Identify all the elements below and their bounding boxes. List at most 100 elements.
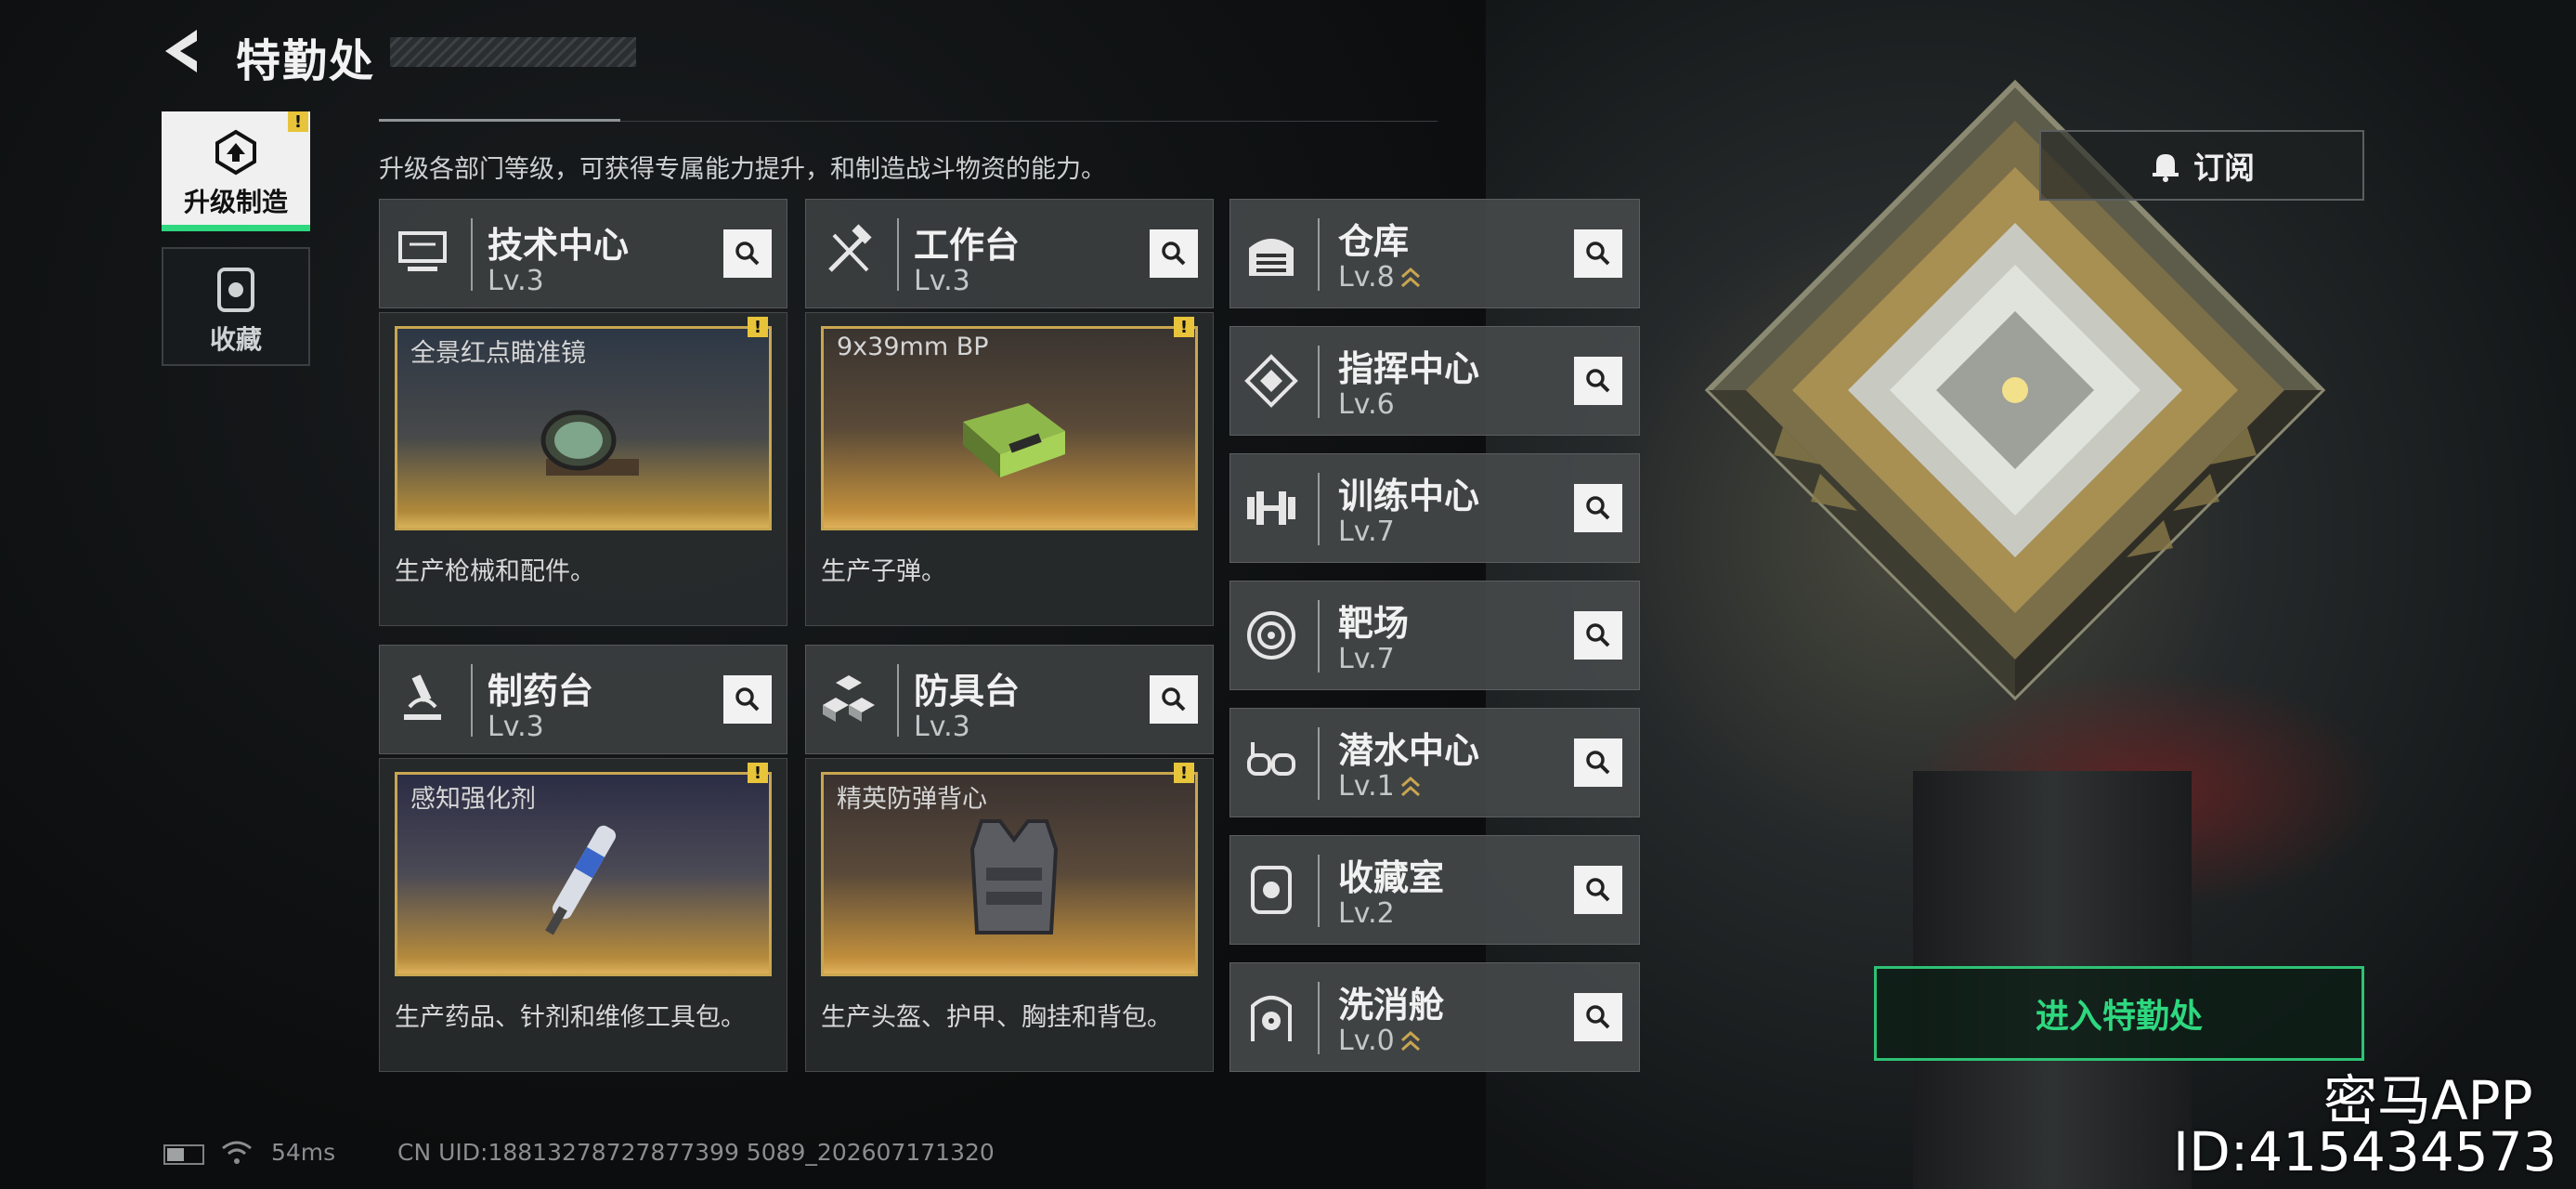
search-icon [1586, 242, 1610, 266]
search-button[interactable] [723, 229, 772, 278]
search-button[interactable] [1574, 611, 1622, 660]
module-description: 生产子弹。 [821, 557, 946, 586]
module-description: 生产头盔、护甲、胸挂和背包。 [821, 1003, 1172, 1032]
ammo-box-image [963, 403, 1065, 477]
separator [897, 664, 899, 737]
product-slot[interactable]: 9x39mm BP [821, 326, 1198, 530]
search-icon [1162, 242, 1186, 266]
facility-command-center[interactable]: 指挥中心 Lv.6 [1229, 326, 1640, 436]
module-name: 技术中心 [488, 225, 630, 266]
search-icon [1586, 1005, 1610, 1029]
module-pharmacy[interactable]: 制药台 Lv.3 [379, 645, 787, 754]
separator [1318, 982, 1320, 1054]
facility-level: Lv.7 [1338, 643, 1395, 675]
tab-collection[interactable]: 收藏 [162, 247, 310, 366]
module-armor-bench-production[interactable]: 精英防弹背心 ! 生产头盔、护甲、胸挂和背包。 [805, 758, 1214, 1072]
search-button[interactable] [1150, 675, 1198, 724]
wifi-icon [222, 1141, 252, 1164]
product-slot[interactable]: 感知强化剂 [395, 772, 772, 976]
cubes-icon [823, 675, 875, 722]
facility-level: Lv.2 [1338, 897, 1395, 930]
search-button[interactable] [723, 675, 772, 724]
warehouse-icon [1249, 239, 1294, 276]
facility-level: Lv.1 [1338, 770, 1421, 803]
subscribe-button[interactable]: 订阅 [2039, 130, 2364, 201]
search-button[interactable] [1574, 993, 1622, 1041]
separator [1318, 346, 1320, 418]
ping-value: 54ms [271, 1139, 336, 1166]
product-alert-badge: ! [1174, 763, 1194, 783]
search-button[interactable] [1574, 484, 1622, 532]
facility-name: 潜水中心 [1338, 730, 1480, 771]
product-slot[interactable]: 精英防弹背心 [821, 772, 1198, 976]
facility-training-center[interactable]: 训练中心 Lv.7 [1229, 453, 1640, 563]
search-button[interactable] [1574, 357, 1622, 405]
module-description: 生产药品、针剂和维修工具包。 [395, 1003, 746, 1032]
battery-icon [163, 1144, 204, 1165]
module-name: 防具台 [914, 671, 1021, 712]
microscope-icon [404, 674, 441, 720]
module-armor-bench[interactable]: 防具台 Lv.3 [805, 645, 1214, 754]
product-name: 精英防弹背心 [837, 785, 987, 814]
product-name: 9x39mm BP [837, 333, 989, 361]
facility-level-text: Lv.1 [1338, 770, 1395, 803]
module-name: 制药台 [488, 671, 594, 712]
module-name: 工作台 [914, 225, 1021, 266]
facility-collection-room[interactable]: 收藏室 Lv.2 [1229, 835, 1640, 945]
facility-warehouse[interactable]: 仓库 Lv.8 [1229, 199, 1640, 308]
search-button[interactable] [1150, 229, 1198, 278]
module-pharmacy-production[interactable]: 感知强化剂 ! 生产药品、针剂和维修工具包。 [379, 758, 787, 1072]
module-workbench[interactable]: 工作台 Lv.3 [805, 199, 1214, 308]
injector-image [545, 825, 617, 935]
module-description: 生产枪械和配件。 [395, 557, 595, 586]
divider-accent [379, 119, 620, 122]
module-tech-center[interactable]: 技术中心 Lv.3 [379, 199, 787, 308]
search-icon [1162, 687, 1186, 712]
upgrade-chevron-icon [1400, 267, 1420, 287]
enter-label: 进入特勤处 [2035, 998, 2203, 1036]
separator [1318, 218, 1320, 291]
separator [1318, 855, 1320, 927]
bell-icon [2153, 154, 2179, 182]
facility-decontamination-chamber[interactable]: 洗消舱 Lv.0 [1229, 962, 1640, 1072]
target-icon [1247, 611, 1295, 660]
product-alert-badge: ! [748, 317, 768, 337]
facility-name: 仓库 [1338, 221, 1410, 262]
collection-room-icon [1251, 866, 1292, 914]
search-button[interactable] [1574, 229, 1622, 278]
module-level: Lv.3 [914, 265, 970, 297]
user-uid: CN UID:18813278727877399 5089_2026071713… [397, 1139, 995, 1166]
separator [1318, 727, 1320, 800]
facility-name: 靶场 [1338, 603, 1410, 644]
facility-name: 指挥中心 [1338, 348, 1480, 389]
facility-shooting-range[interactable]: 靶场 Lv.7 [1229, 581, 1640, 690]
search-icon [1586, 623, 1610, 647]
facility-level: Lv.8 [1338, 261, 1421, 294]
facility-diving-center[interactable]: 潜水中心 Lv.1 [1229, 708, 1640, 817]
product-name: 感知强化剂 [410, 785, 536, 814]
active-tab-indicator [162, 225, 310, 231]
enter-special-ops-button[interactable]: 进入特勤处 [1874, 966, 2364, 1061]
search-icon [735, 687, 760, 712]
facility-level-text: Lv.8 [1338, 261, 1395, 294]
search-button[interactable] [1574, 866, 1622, 914]
search-button[interactable] [1574, 738, 1622, 787]
separator [897, 218, 899, 291]
product-slot[interactable]: 全景红点瞄准镜 [395, 326, 772, 530]
search-icon [1586, 369, 1610, 393]
separator [1318, 473, 1320, 545]
facility-name: 洗消舱 [1338, 985, 1445, 1026]
search-icon [735, 242, 760, 266]
search-icon [1586, 496, 1610, 520]
dumbbell-icon [1247, 491, 1295, 525]
module-tech-center-production[interactable]: 全景红点瞄准镜 ! 生产枪械和配件。 [379, 312, 787, 626]
page-title: 特勤处 [236, 35, 376, 87]
back-arrow-icon[interactable] [160, 26, 210, 76]
module-level: Lv.3 [488, 711, 544, 743]
page-subtitle: 升级各部门等级，可获得专属能力提升，和制造战斗物资的能力。 [379, 155, 1106, 184]
module-workbench-production[interactable]: 9x39mm BP ! 生产子弹。 [805, 312, 1214, 626]
product-alert-badge: ! [748, 763, 768, 783]
search-icon [1586, 878, 1610, 902]
command-icon [1244, 354, 1298, 408]
radiation-icon [1251, 996, 1292, 1041]
